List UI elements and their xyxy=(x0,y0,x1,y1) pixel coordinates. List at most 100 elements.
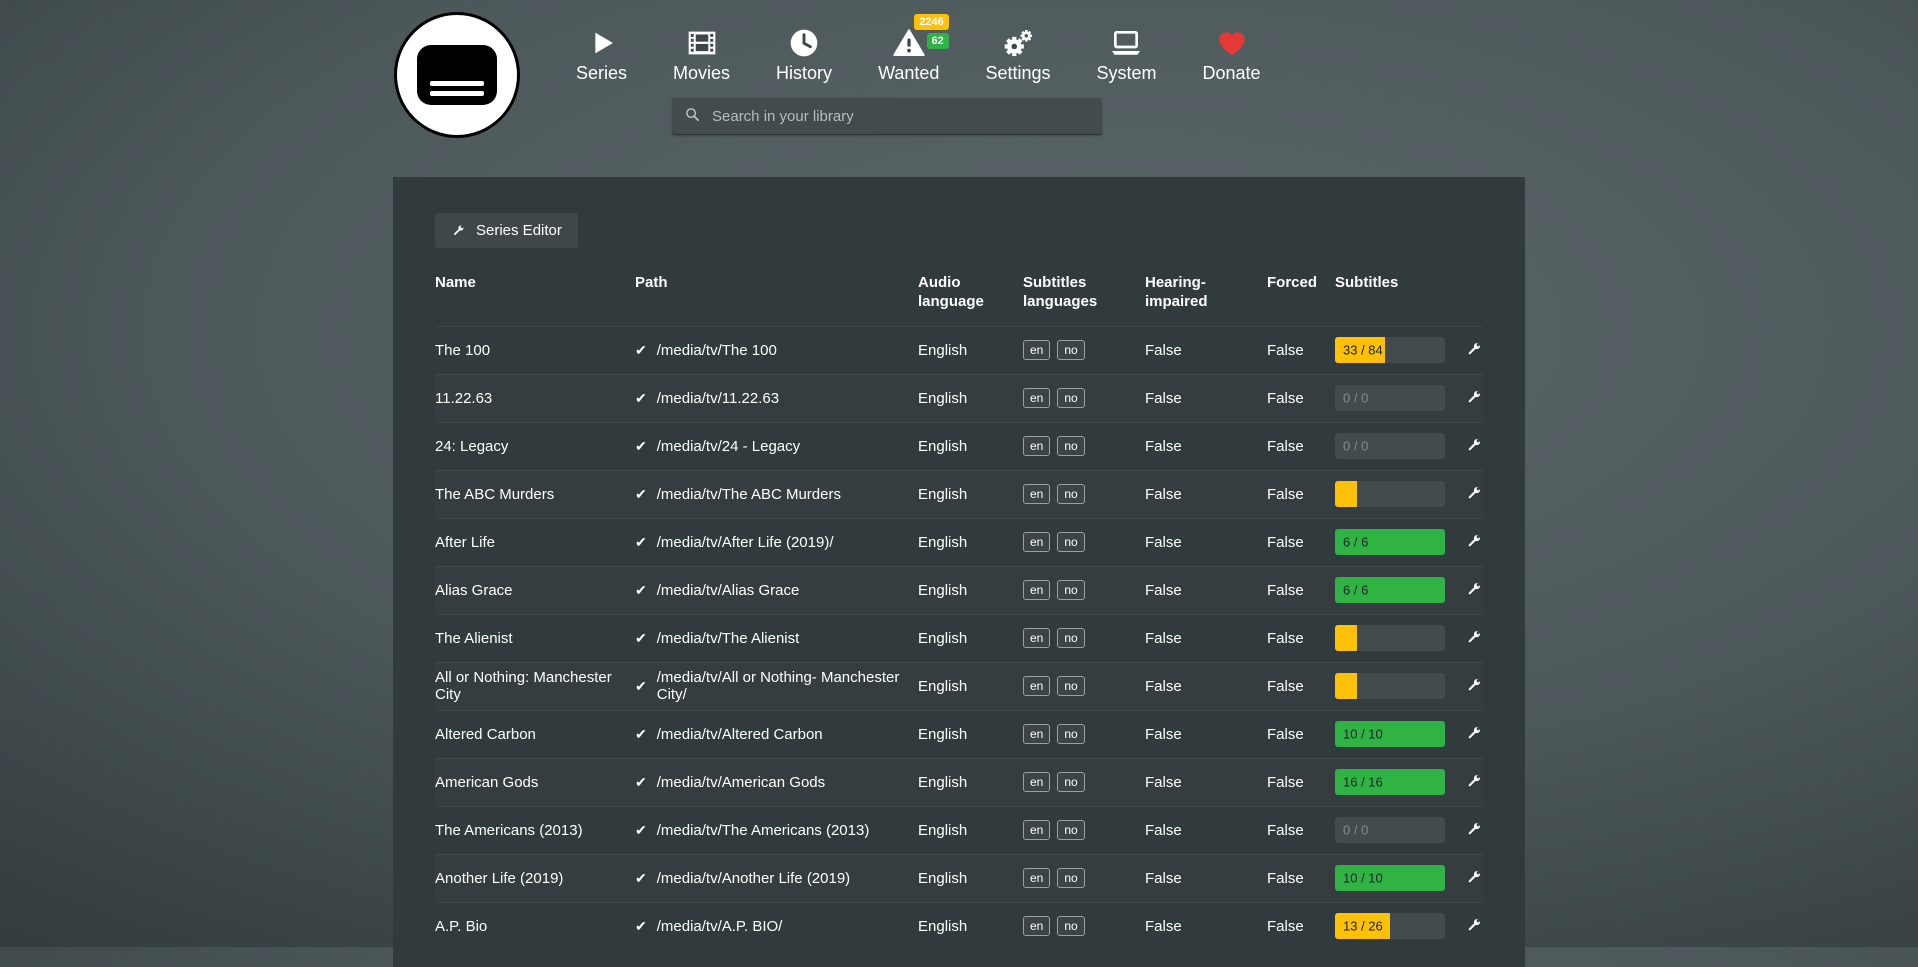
series-name[interactable]: Alias Grace xyxy=(435,582,635,599)
language-badge: no xyxy=(1057,772,1084,792)
nav-label: Settings xyxy=(985,63,1050,84)
edit-series-button[interactable] xyxy=(1465,676,1483,697)
series-name[interactable]: All or Nothing: Manchester City xyxy=(435,669,635,703)
edit-series-button[interactable] xyxy=(1465,772,1483,793)
nav-series[interactable]: Series xyxy=(576,26,627,84)
main-nav: Series Movies History 224662Wanted Settings S… xyxy=(576,26,1261,84)
column-header-forced: Forced xyxy=(1267,274,1335,293)
film-icon xyxy=(686,27,718,59)
series-name[interactable]: 11.22.63 xyxy=(435,390,635,407)
search-bar[interactable] xyxy=(672,98,1102,135)
subtitles-languages-value: enno xyxy=(1023,340,1145,360)
series-name[interactable]: A.P. Bio xyxy=(435,918,635,935)
table-row: 11.22.63 ✔ /media/tv/11.22.63 English en… xyxy=(435,374,1483,422)
clock-icon xyxy=(788,27,820,59)
table-row: Altered Carbon ✔ /media/tv/Altered Carbo… xyxy=(435,710,1483,758)
edit-series-button[interactable] xyxy=(1465,916,1483,937)
language-badge: en xyxy=(1023,340,1050,360)
table-row: The Americans (2013) ✔ /media/tv/The Ame… xyxy=(435,806,1483,854)
language-badge: en xyxy=(1023,628,1050,648)
edit-series-button[interactable] xyxy=(1465,628,1483,649)
language-badge: en xyxy=(1023,724,1050,744)
edit-series-button[interactable] xyxy=(1465,532,1483,553)
nav-settings[interactable]: Settings xyxy=(985,26,1050,84)
language-badge: en xyxy=(1023,532,1050,552)
series-name[interactable]: The Americans (2013) xyxy=(435,822,635,839)
search-input[interactable] xyxy=(710,107,1090,126)
hearing-impaired-value: False xyxy=(1145,678,1267,695)
subtitles-progress-bar: 16 / 16 xyxy=(1335,769,1445,795)
nav-wanted[interactable]: 224662Wanted xyxy=(878,26,939,84)
series-name[interactable]: Another Life (2019) xyxy=(435,870,635,887)
edit-series-button[interactable] xyxy=(1465,724,1483,745)
table-row: The 100 ✔ /media/tv/The 100 English enno… xyxy=(435,326,1483,374)
language-badge: en xyxy=(1023,676,1050,696)
edit-series-button[interactable] xyxy=(1465,484,1483,505)
table-row: The Alienist ✔ /media/tv/The Alienist En… xyxy=(435,614,1483,662)
series-path: ✔ /media/tv/Altered Carbon xyxy=(635,726,918,743)
subtitles-progress-label: 13 / 26 xyxy=(1343,919,1383,934)
wrench-icon xyxy=(1465,388,1483,409)
series-editor-button[interactable]: Series Editor xyxy=(435,213,578,248)
nav-system[interactable]: System xyxy=(1096,26,1156,84)
nav-donate[interactable]: Donate xyxy=(1203,26,1261,84)
subtitles-languages-value: enno xyxy=(1023,628,1145,648)
subtitles-languages-value: enno xyxy=(1023,676,1145,696)
edit-series-button[interactable] xyxy=(1465,580,1483,601)
nav-movies[interactable]: Movies xyxy=(673,26,730,84)
language-badge: no xyxy=(1057,484,1084,504)
series-path: ✔ /media/tv/Alias Grace xyxy=(635,582,918,599)
nav-label: History xyxy=(776,63,832,84)
series-path-text: /media/tv/A.P. BIO/ xyxy=(657,918,783,935)
hearing-impaired-value: False xyxy=(1145,582,1267,599)
wrench-icon xyxy=(1465,340,1483,361)
series-name[interactable]: The 100 xyxy=(435,342,635,359)
wrench-icon xyxy=(1465,724,1483,745)
wrench-icon xyxy=(1465,772,1483,793)
subtitles-progress-label: 10 / 10 xyxy=(1343,727,1383,742)
app-logo-mark xyxy=(417,45,497,105)
forced-value: False xyxy=(1267,774,1335,791)
edit-series-button[interactable] xyxy=(1465,436,1483,457)
table-header-row: Name Path Audio language Subtitles langu… xyxy=(435,274,1483,326)
series-name[interactable]: The Alienist xyxy=(435,630,635,647)
audio-language-value: English xyxy=(918,870,1023,887)
edit-series-button[interactable] xyxy=(1465,340,1483,361)
series-path-text: /media/tv/Altered Carbon xyxy=(657,726,823,743)
series-path-text: /media/tv/After Life (2019)/ xyxy=(657,534,834,551)
subtitles-progress-label: 6 / 6 xyxy=(1343,583,1368,598)
table-row: A.P. Bio ✔ /media/tv/A.P. BIO/ English e… xyxy=(435,902,1483,950)
hearing-impaired-value: False xyxy=(1145,534,1267,551)
edit-series-button[interactable] xyxy=(1465,868,1483,889)
audio-language-value: English xyxy=(918,678,1023,695)
heart-icon xyxy=(1216,27,1248,59)
edit-series-button[interactable] xyxy=(1465,388,1483,409)
hearing-impaired-value: False xyxy=(1145,870,1267,887)
nav-history[interactable]: History xyxy=(776,26,832,84)
forced-value: False xyxy=(1267,342,1335,359)
column-header-path: Path xyxy=(635,274,918,293)
series-name[interactable]: Altered Carbon xyxy=(435,726,635,743)
check-icon: ✔ xyxy=(635,919,647,933)
language-badge: no xyxy=(1057,340,1084,360)
wrench-icon xyxy=(1465,820,1483,841)
series-name[interactable]: American Gods xyxy=(435,774,635,791)
series-name[interactable]: 24: Legacy xyxy=(435,438,635,455)
series-name[interactable]: The ABC Murders xyxy=(435,486,635,503)
series-path-text: /media/tv/Another Life (2019) xyxy=(657,870,850,887)
edit-series-button[interactable] xyxy=(1465,820,1483,841)
subtitles-languages-value: enno xyxy=(1023,484,1145,504)
app-logo[interactable] xyxy=(394,12,520,138)
check-icon: ✔ xyxy=(635,823,647,837)
subtitles-progress-bar: 10 / 10 xyxy=(1335,721,1445,747)
subtitles-progress-bar: 0 / 0 xyxy=(1335,817,1445,843)
table-row: All or Nothing: Manchester City ✔ /media… xyxy=(435,662,1483,710)
series-table: Name Path Audio language Subtitles langu… xyxy=(435,274,1483,950)
wrench-icon xyxy=(1465,436,1483,457)
language-badge: en xyxy=(1023,388,1050,408)
audio-language-value: English xyxy=(918,534,1023,551)
forced-value: False xyxy=(1267,582,1335,599)
subtitles-progress-bar: 0 / 0 xyxy=(1335,433,1445,459)
series-name[interactable]: After Life xyxy=(435,534,635,551)
series-path-text: /media/tv/The ABC Murders xyxy=(657,486,841,503)
